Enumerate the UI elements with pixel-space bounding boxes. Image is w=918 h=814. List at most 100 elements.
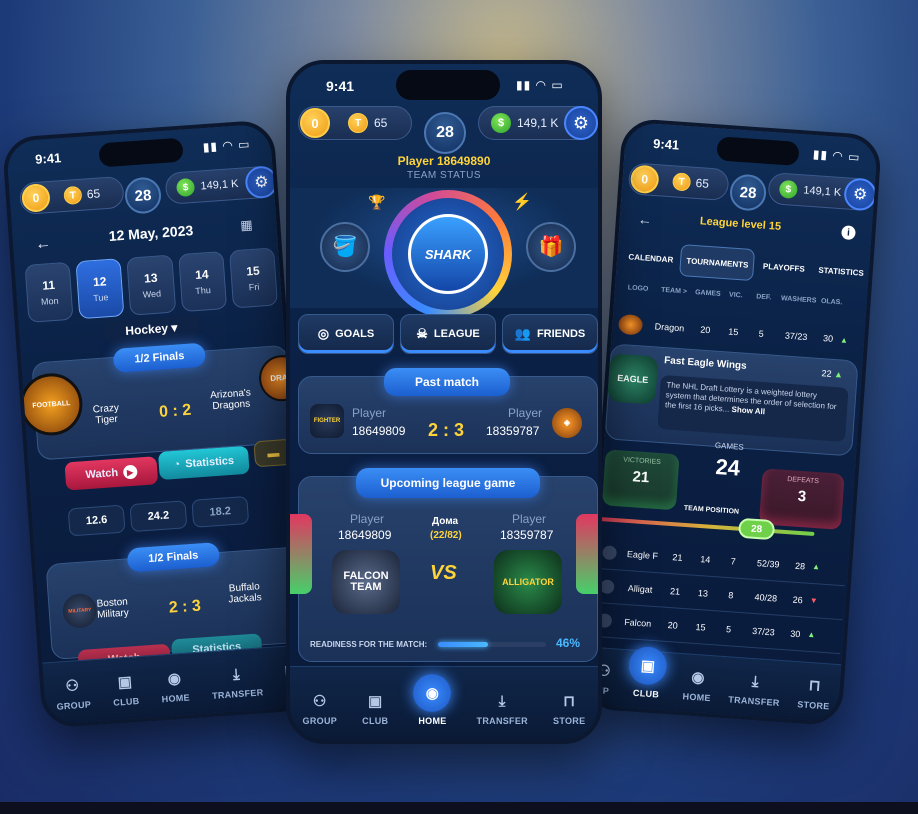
- nav-label: GROUP: [302, 716, 338, 726]
- nav-label: STORE: [553, 716, 586, 726]
- tab-playoffs[interactable]: PLAYOFFS: [755, 249, 812, 285]
- nav-group[interactable]: ⚇ GROUP: [303, 692, 338, 726]
- nav-store[interactable]: ⊓ STORE: [553, 692, 585, 726]
- day-thu[interactable]: 14 Thu: [177, 251, 227, 313]
- nav-home[interactable]: ◉ HOME: [413, 674, 452, 726]
- tab-tournaments[interactable]: TOURNAMENTS: [679, 244, 756, 282]
- nav-group[interactable]: ⚇ GROUP: [55, 675, 91, 712]
- player-label: Player: [352, 406, 387, 420]
- gamepad-icon: ◉: [413, 674, 452, 712]
- cash-amount: 149,1 K: [200, 177, 239, 193]
- column-header: GAMES: [694, 289, 721, 298]
- calendar-icon[interactable]: ▦: [240, 217, 253, 234]
- token-count: 65: [695, 175, 710, 191]
- day-mon[interactable]: 11 Mon: [24, 261, 74, 323]
- tab-goals[interactable]: ◎ GOALS: [298, 314, 394, 354]
- column-header: LOGO: [627, 284, 649, 293]
- right-side-indicator: [576, 514, 598, 594]
- people-icon: ⚇: [312, 693, 327, 710]
- lightning-icon[interactable]: ⚡: [512, 192, 532, 212]
- nav-transfer[interactable]: ⤓ TRANSFER: [210, 664, 264, 701]
- statistics-button[interactable]: ◔ Statistics: [157, 445, 250, 481]
- currency-pill[interactable]: 0 T 65: [627, 162, 730, 202]
- nav-transfer[interactable]: ⤓ TRANSFER: [728, 671, 782, 708]
- tab-league[interactable]: ☠ LEAGUE: [400, 314, 496, 354]
- stats-row: 12.6 24.2 18.2: [67, 495, 250, 537]
- day-wed[interactable]: 13 Wed: [126, 254, 176, 316]
- defeats-label: DEFEATS: [786, 476, 820, 486]
- trophy-icon[interactable]: 🏆: [368, 194, 385, 211]
- club-icon: ▣: [368, 693, 383, 710]
- nav-club[interactable]: ▣ CLUB: [362, 692, 388, 726]
- tab-label: GOALS: [335, 328, 375, 340]
- tab-friends[interactable]: 👥 FRIENDS: [502, 314, 598, 354]
- back-arrow-icon[interactable]: ←: [637, 211, 652, 228]
- bag-icon: ⊓: [808, 677, 822, 695]
- player2-id-2: 18359787: [500, 528, 554, 542]
- readiness-label: READINESS FOR THE MATCH:: [310, 640, 428, 649]
- token-count: 65: [374, 116, 388, 130]
- player-label-4: Player: [512, 512, 547, 526]
- nav-label: TRANSFER: [476, 716, 528, 726]
- tab-bar: ◎ GOALS ☠ LEAGUE 👥 FRIENDS: [298, 314, 598, 354]
- nav-club[interactable]: ▣ CLUB: [627, 645, 669, 700]
- team-points: 22 ▲: [821, 368, 843, 379]
- skull-icon: ☠: [416, 326, 428, 341]
- coin-icon: 0: [629, 164, 660, 195]
- cell-team: Falcon: [623, 616, 652, 629]
- currency-pill[interactable]: 0 T 65: [298, 106, 412, 140]
- cell-w: 37/23: [751, 625, 776, 637]
- show-all-link[interactable]: Show All: [731, 405, 765, 416]
- bucket-icon[interactable]: 🪣: [320, 222, 370, 272]
- nav-transfer[interactable]: ⤓ TRANSFER: [477, 693, 528, 726]
- day-name: Mon: [40, 295, 59, 307]
- notch: [396, 70, 500, 100]
- pie-icon: ◔: [173, 458, 181, 471]
- cell-o: 28: [794, 560, 806, 571]
- play-icon: ▶: [122, 464, 138, 480]
- cell-v: 13: [697, 587, 709, 599]
- cell-d: 7: [730, 555, 737, 567]
- victories-box: VICTORIES 21: [601, 449, 680, 511]
- shark-logo[interactable]: SHARK: [408, 214, 488, 294]
- bottom-nav: ⚇ GROUP ▣ CLUB ◉ HOME ⤓ TRANSFER ⊓ STORE: [290, 666, 598, 740]
- nav-label: CLUB: [632, 687, 660, 700]
- player-label-3: Player: [350, 512, 385, 526]
- falcon-logo: FALCON TEAM: [332, 550, 400, 614]
- info-icon[interactable]: i: [841, 225, 856, 241]
- nav-label: CLUB: [112, 695, 140, 708]
- cell-w: 40/28: [754, 591, 778, 604]
- nav-home[interactable]: ◉ HOME: [682, 667, 713, 703]
- nav-club[interactable]: ▣ CLUB: [111, 672, 140, 708]
- nav-home[interactable]: ◉ HOME: [160, 669, 190, 704]
- column-header: DEF.: [755, 293, 772, 302]
- nav-store[interactable]: ⊓ STORE: [797, 675, 832, 711]
- gear-icon[interactable]: ⚙: [564, 106, 598, 140]
- day-fri[interactable]: 15 Fri: [228, 247, 279, 309]
- cell-team: Alligat: [627, 582, 653, 595]
- gift-icon[interactable]: 🎁: [526, 222, 576, 272]
- up-arrow-icon: ▲: [833, 369, 844, 380]
- cell-games: 20: [700, 324, 711, 336]
- status-time: 9:41: [34, 150, 62, 167]
- currency-pill[interactable]: 0 T 65: [18, 175, 125, 216]
- cell-def: 5: [758, 328, 765, 339]
- home-team-name: Crazy Tiger: [92, 402, 120, 427]
- tab-bar: CALENDAR TOURNAMENTS PLAYOFFS STATISTICS: [622, 240, 870, 289]
- cell-g: 20: [667, 619, 679, 631]
- cell-d: 5: [725, 623, 732, 634]
- watch-button[interactable]: Watch ▶: [64, 456, 159, 491]
- cell-g: 21: [669, 585, 681, 597]
- tab-calendar[interactable]: CALENDAR: [622, 240, 679, 276]
- tab-statistics[interactable]: STATISTICS: [812, 253, 869, 289]
- column-header: WASHERS: [780, 295, 817, 305]
- day-tue[interactable]: 12 Tue: [75, 258, 125, 320]
- cell-team: Dragon: [654, 321, 685, 334]
- defeats-box: DEFEATS 3: [758, 468, 845, 530]
- player-label-2: Player: [508, 406, 543, 420]
- stat-box: 12.6: [67, 504, 126, 537]
- coin-icon: 0: [20, 183, 51, 213]
- gamepad-icon: ◉: [690, 668, 706, 687]
- back-arrow-icon[interactable]: ←: [35, 235, 52, 254]
- download-icon: ⤓: [751, 673, 760, 691]
